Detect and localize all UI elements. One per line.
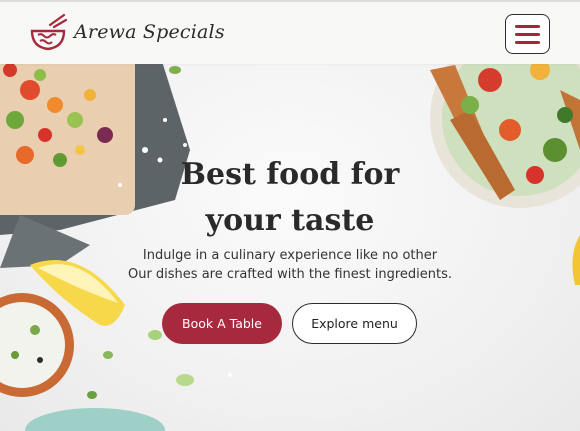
book-a-table-button[interactable]: Book A Table (162, 303, 282, 344)
hero-title-line2: your taste (205, 203, 375, 238)
navbar: Arewa Specials (0, 0, 580, 64)
bottom-bowl-image (25, 408, 165, 431)
brand-name[interactable]: Arewa Specials (74, 21, 225, 43)
hero-title-line1: Best food for (180, 157, 400, 192)
dip-bowl-image (0, 293, 74, 397)
hamburger-menu-icon (515, 40, 540, 44)
hero-subtitle: Indulge in a culinary experience like no… (100, 246, 480, 284)
hero-title: Best food for your taste (140, 152, 440, 244)
hamburger-menu-icon (515, 24, 540, 28)
lemon-edge-image (572, 235, 580, 285)
hero-subtitle-line2: Our dishes are crafted with the finest i… (127, 267, 453, 282)
hamburger-menu-icon (515, 32, 540, 36)
explore-menu-button[interactable]: Explore menu (292, 303, 417, 344)
hero-subtitle-line1: Indulge in a culinary experience like no… (142, 248, 438, 263)
menu-button[interactable] (505, 14, 550, 54)
bowl-with-chopsticks-icon[interactable] (28, 13, 68, 53)
